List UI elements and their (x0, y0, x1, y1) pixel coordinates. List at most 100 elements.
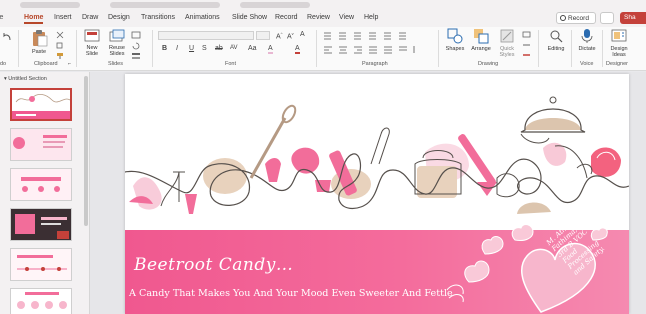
tab-draw[interactable]: Draw (82, 14, 98, 21)
section-label[interactable]: ▾ Untitled Section (4, 76, 47, 82)
slide-title[interactable]: Beetroot Candy… (134, 255, 293, 275)
divider (438, 30, 439, 67)
microphone-icon (581, 29, 593, 43)
tab-transitions[interactable]: Transitions (141, 14, 175, 21)
shrink-font-icon[interactable]: Av (287, 31, 294, 40)
copy-icon[interactable] (56, 42, 64, 50)
slide-subtitle[interactable]: A Candy That Makes You And Your Mood Eve… (129, 288, 453, 299)
underline-button[interactable]: U (189, 45, 194, 52)
font-color-button[interactable]: A (295, 45, 300, 54)
tab-view[interactable]: View (339, 14, 354, 21)
arrange-button[interactable]: Arrange (468, 28, 494, 52)
cut-icon[interactable] (56, 31, 64, 39)
design-ideas-label-line2: Ideas (612, 52, 626, 58)
font-group-label: Font (225, 61, 237, 67)
list-buttons-row[interactable] (322, 31, 414, 40)
slide-thumbnail[interactable] (10, 88, 72, 121)
strikethrough-button[interactable]: ab (215, 45, 223, 52)
new-slide-button[interactable]: New Slide (82, 29, 102, 57)
title-blur (110, 2, 220, 8)
highlight-button[interactable]: A (268, 45, 273, 54)
tab-record[interactable]: Record (275, 14, 298, 21)
editing-label: Editing (547, 46, 565, 52)
char-spacing-button[interactable]: AV (230, 45, 238, 51)
tab-animations[interactable]: Animations (185, 14, 220, 21)
font-size-combo[interactable] (256, 31, 270, 40)
new-slide-icon (84, 29, 100, 42)
quick-styles-icon (500, 29, 514, 43)
reuse-slides-label-line2: Slides (109, 51, 125, 57)
divider (76, 30, 77, 67)
tab-slide-show[interactable]: Slide Show (232, 14, 267, 21)
slide-thumbnail-preview (11, 249, 71, 280)
slides-group-label: Slides (108, 61, 123, 67)
arrange-icon (474, 29, 489, 44)
paste-icon (33, 30, 48, 47)
divider (571, 30, 572, 67)
dictate-button[interactable]: Dictate (576, 28, 598, 52)
thumbnail-scrollbar[interactable] (84, 76, 88, 226)
tab-design[interactable]: Design (108, 14, 130, 21)
slide-thumbnail-preview (11, 289, 71, 314)
slide-thumbnail[interactable] (10, 288, 72, 314)
clipboard-group-label: Clipboard (34, 61, 58, 67)
editing-button[interactable]: Editing (544, 28, 568, 52)
slide-thumbnail[interactable] (10, 248, 72, 281)
alignment-buttons-row[interactable] (322, 45, 422, 54)
slide-thumbnail[interactable] (10, 128, 72, 161)
drawing-group-label: Drawing (478, 61, 499, 67)
clear-format-icon[interactable]: A (300, 31, 305, 38)
slide-thumbnail-preview (12, 94, 70, 119)
ribbon-tabs: le Home Insert Draw Design Transitions A… (0, 11, 646, 27)
slide-thumbnail[interactable] (10, 208, 72, 241)
design-ideas-button[interactable]: Design Ideas (606, 28, 632, 58)
layout-icon[interactable] (131, 31, 141, 39)
record-button[interactable]: Record (556, 12, 596, 24)
title-blur (20, 2, 80, 8)
comments-button[interactable] (600, 12, 614, 24)
slide-thumbnail-preview (11, 169, 71, 200)
section-icon[interactable] (131, 52, 141, 60)
divider (538, 30, 539, 67)
clipboard-launcher[interactable]: ⌐ (68, 61, 71, 67)
slide-thumbnail[interactable] (10, 168, 72, 201)
divider (18, 30, 19, 67)
divider (602, 30, 603, 67)
change-case-button[interactable]: Aa (248, 45, 257, 52)
share-button[interactable]: Sha (620, 12, 646, 24)
tab-file[interactable]: le (0, 14, 3, 21)
reuse-slides-button[interactable]: Reuse Slides (106, 29, 128, 57)
divider (316, 30, 317, 67)
design-ideas-icon (611, 29, 627, 42)
dictate-label: Dictate (578, 46, 596, 52)
kitchen-line-art-illustration (125, 96, 629, 214)
font-name-combo[interactable] (158, 31, 254, 40)
current-slide[interactable]: Beetroot Candy… A Candy That Makes You A… (125, 74, 629, 314)
slide-thumbnail-pane: ▾ Untitled Section (0, 72, 90, 314)
section-name: Untitled Section (8, 76, 47, 82)
arrange-label: Arrange (471, 46, 491, 52)
ribbon: do Paste Clipboard ⌐ New Slide Reuse Sli… (0, 27, 646, 71)
paste-button[interactable]: Paste (28, 29, 50, 55)
divider (152, 30, 153, 67)
italic-button[interactable]: I (176, 45, 178, 52)
tab-help[interactable]: Help (364, 14, 378, 21)
shapes-button[interactable]: Shapes (444, 28, 466, 52)
title-blur (240, 2, 310, 8)
shape-format-icons[interactable] (522, 31, 532, 61)
slide-thumbnail-preview (11, 129, 71, 160)
shadow-button[interactable]: S (202, 45, 207, 52)
tab-review[interactable]: Review (307, 14, 330, 21)
quick-styles-button[interactable]: Quick Styles (496, 28, 518, 58)
paste-label: Paste (31, 49, 47, 55)
undo-icon[interactable] (2, 32, 12, 42)
grow-font-icon[interactable]: A^ (276, 31, 283, 40)
reset-icon[interactable] (131, 42, 141, 50)
format-painter-icon[interactable] (56, 52, 64, 60)
reuse-slides-icon (109, 29, 125, 42)
tab-insert[interactable]: Insert (54, 14, 72, 21)
record-icon (560, 15, 566, 21)
bold-button[interactable]: B (162, 45, 167, 52)
slide-thumbnail-preview (11, 209, 71, 240)
tab-home[interactable]: Home (24, 14, 44, 24)
